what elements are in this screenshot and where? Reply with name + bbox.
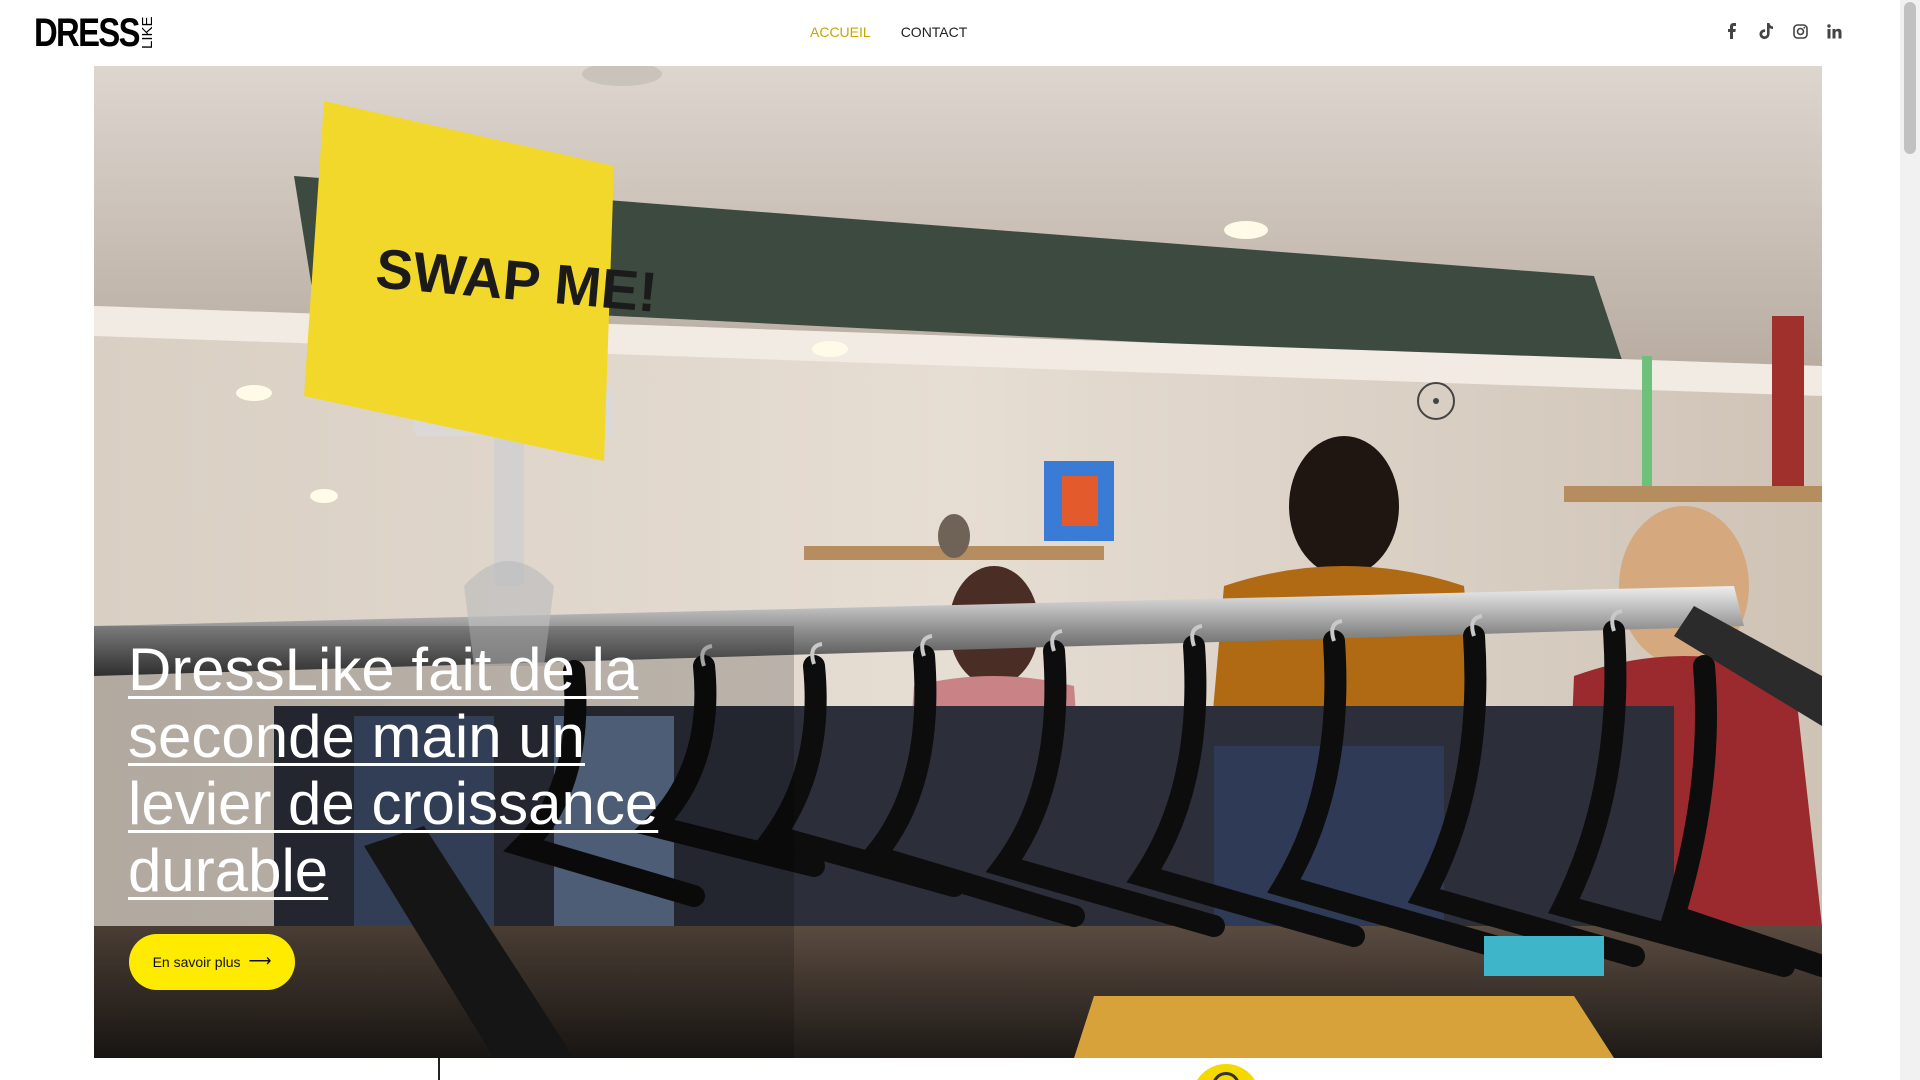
arrow-right-icon: ⟶ [248,953,272,970]
badge-icon [1192,1064,1260,1080]
carousel-indicator[interactable] [1417,382,1455,420]
nav-link-contact[interactable]: CONTACT [901,24,968,40]
learn-more-button[interactable]: En savoir plus ⟶ [129,934,295,990]
hero-title[interactable]: DressLike fait de la seconde main un lev… [128,636,688,904]
tiktok-icon[interactable] [1757,22,1775,40]
carousel-dot-icon [1433,398,1439,404]
scrollbar-thumb[interactable] [1904,2,1916,154]
nav-link-accueil[interactable]: ACCUEIL [810,24,871,40]
instagram-icon[interactable] [1791,22,1809,40]
section-divider [438,1058,440,1080]
logo-side-text: LIKE [139,16,156,49]
main-nav: ACCUEIL CONTACT [810,24,967,40]
next-section [94,1058,1822,1080]
site-header: DRESS LIKE ACCUEIL CONTACT [0,0,1900,66]
page-scrollbar[interactable] [1900,0,1920,1080]
page: DRESS LIKE ACCUEIL CONTACT SWAP ME! Dres… [0,0,1920,1080]
facebook-icon[interactable] [1723,22,1741,40]
linkedin-icon[interactable] [1825,22,1843,40]
hero-photo: SWAP ME! [94,66,1822,1058]
hero-banner: SWAP ME! DressLike fait de la seconde ma… [94,66,1822,1058]
learn-more-label: En savoir plus [152,954,241,970]
logo-wordmark: DRESS [34,11,140,55]
social-links [1723,22,1843,40]
logo[interactable]: DRESS LIKE [34,11,156,55]
